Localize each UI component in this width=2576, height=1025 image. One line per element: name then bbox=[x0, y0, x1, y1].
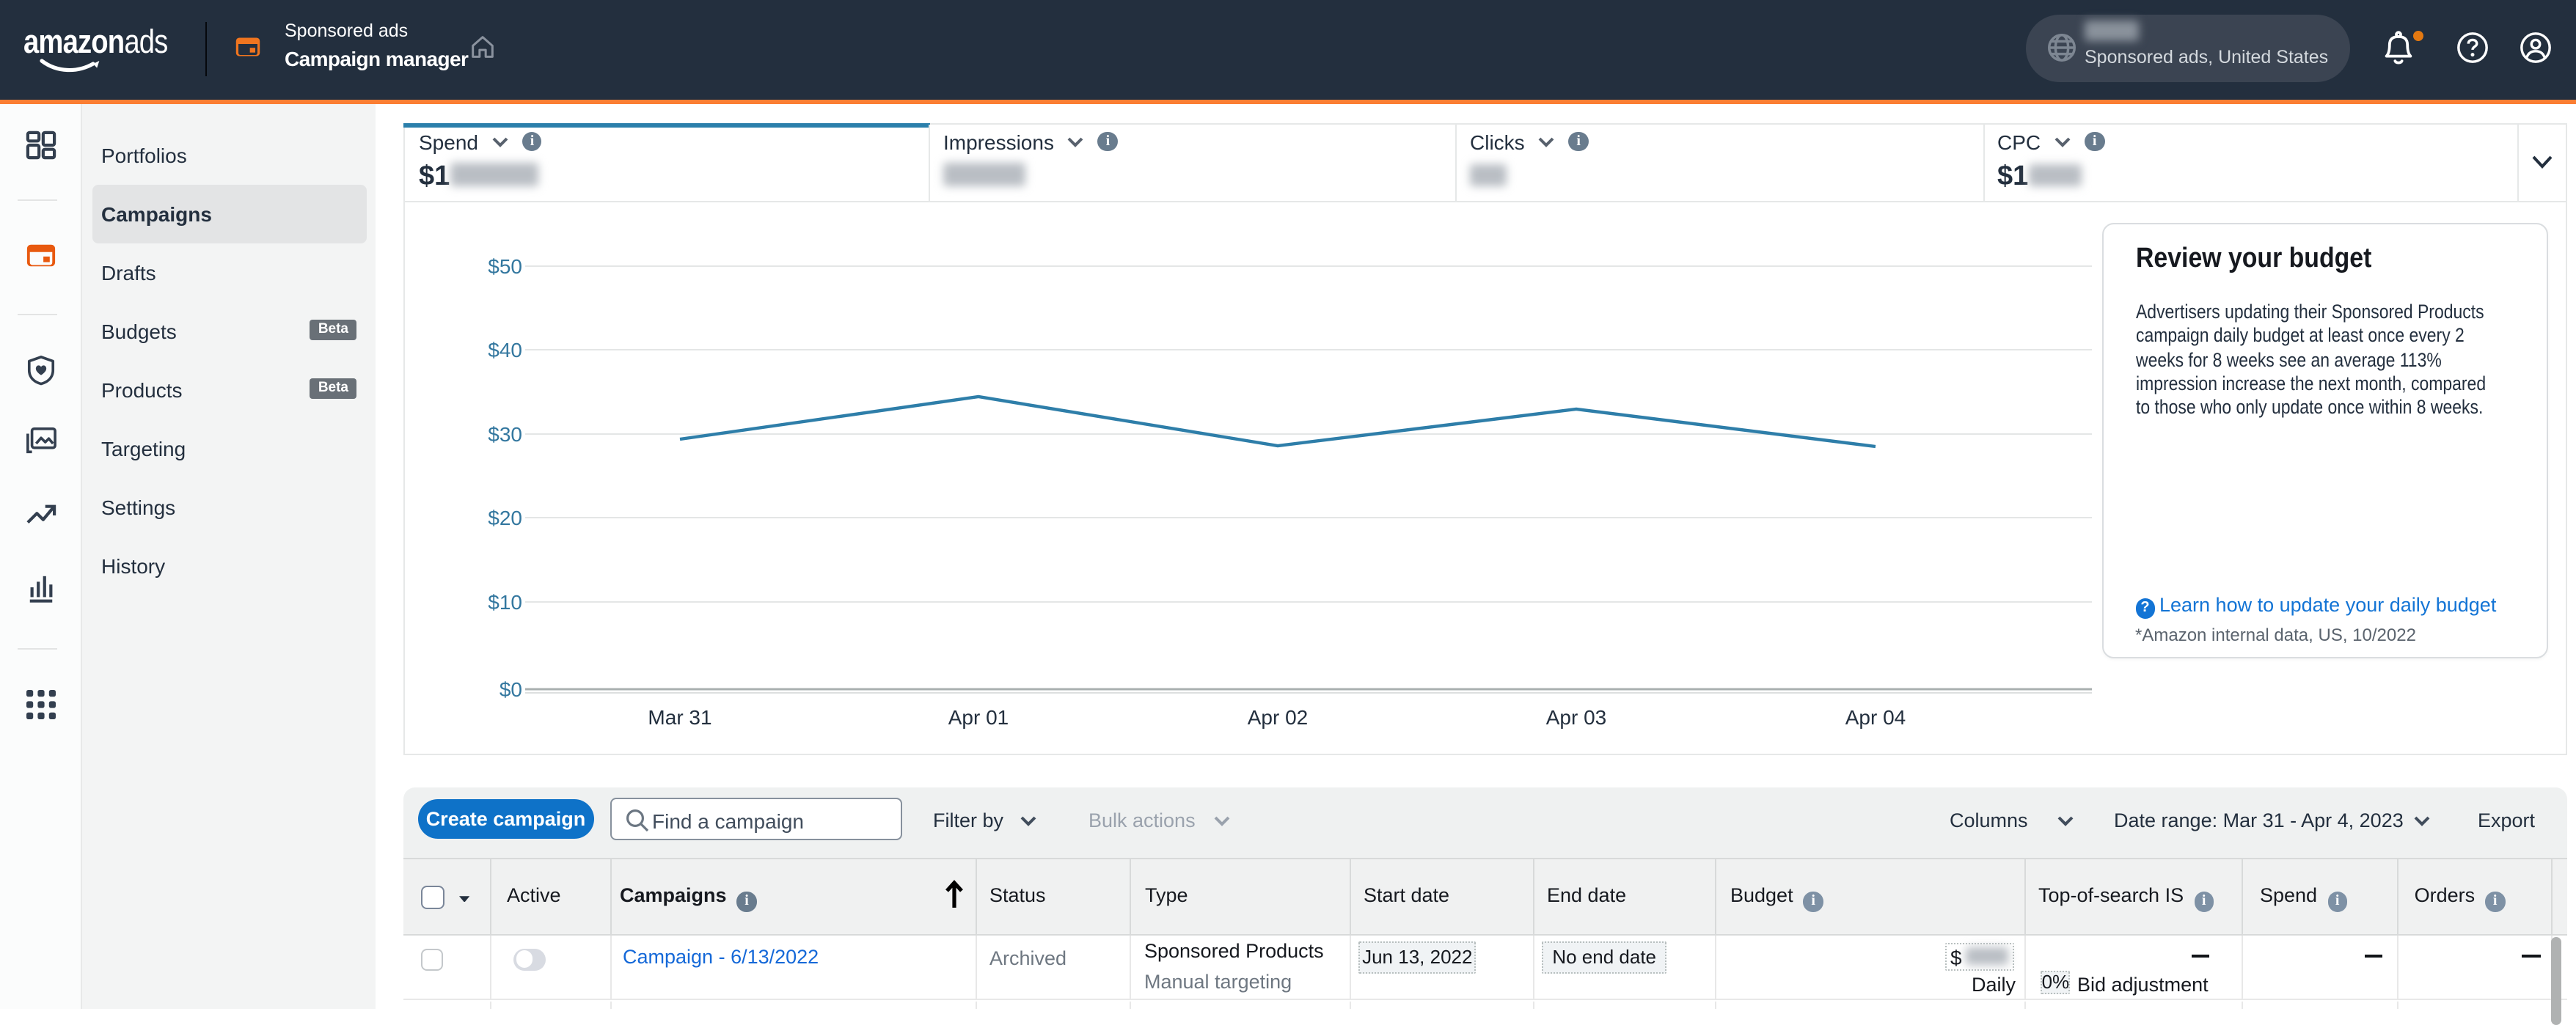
svg-text:$40: $40 bbox=[487, 338, 522, 361]
svg-text:$0: $0 bbox=[499, 677, 522, 700]
svg-text:Apr 02: Apr 02 bbox=[1247, 705, 1308, 728]
svg-text:$20: $20 bbox=[487, 506, 522, 529]
svg-text:Apr 04: Apr 04 bbox=[1845, 705, 1906, 728]
svg-text:Apr 01: Apr 01 bbox=[948, 705, 1009, 728]
svg-text:$50: $50 bbox=[487, 254, 522, 277]
svg-text:Mar 31: Mar 31 bbox=[647, 705, 711, 728]
svg-text:Apr 03: Apr 03 bbox=[1545, 705, 1606, 728]
svg-text:$10: $10 bbox=[487, 590, 522, 613]
svg-text:$30: $30 bbox=[487, 422, 522, 445]
